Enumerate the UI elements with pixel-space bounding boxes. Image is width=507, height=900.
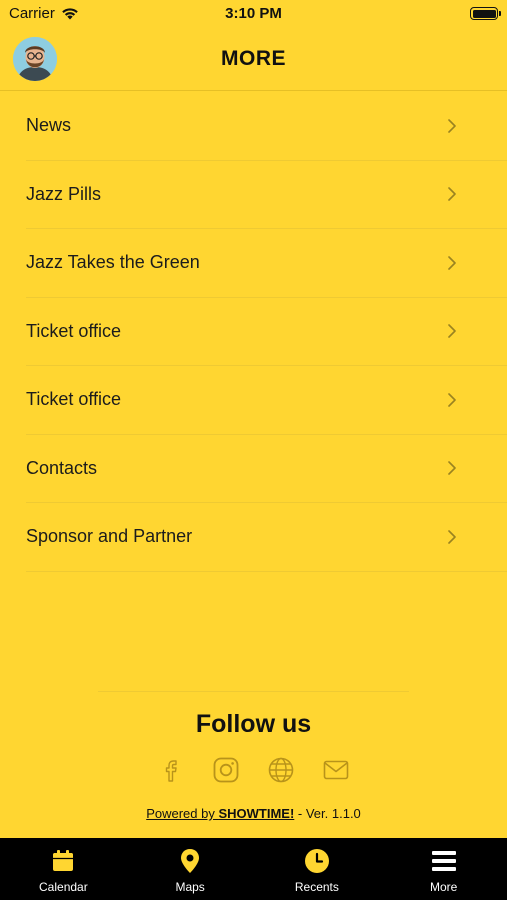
menu-item-label: Jazz Pills (26, 183, 102, 204)
chevron-right-icon (448, 529, 456, 544)
menu-item-jazz-takes-the-green[interactable]: Jazz Takes the Green (26, 229, 507, 298)
tab-label: Recents (294, 880, 339, 894)
powered-by-prefix: Powered by (146, 806, 219, 821)
chevron-right-icon (448, 392, 456, 407)
follow-us-title: Follow us (195, 710, 312, 738)
menu-item-news[interactable]: News (26, 92, 507, 161)
tab-bar: Calendar Maps Recents More (0, 838, 507, 900)
instagram-icon[interactable] (212, 756, 240, 784)
chevron-right-icon (448, 461, 456, 476)
more-menu-list: News Jazz Pills Jazz Takes the Green Tic… (0, 92, 507, 572)
menu-item-sponsor-and-partner[interactable]: Sponsor and Partner (26, 503, 507, 572)
calendar-icon (53, 850, 74, 871)
globe-icon[interactable] (267, 756, 295, 784)
menu-item-label: Ticket office (26, 320, 122, 341)
tab-label: More (429, 880, 458, 894)
social-links (0, 756, 507, 784)
battery-icon (470, 7, 501, 20)
chevron-right-icon (448, 255, 456, 270)
menu-item-jazz-pills[interactable]: Jazz Pills (26, 161, 507, 229)
powered-by-link[interactable]: Powered by SHOWTIME! (146, 806, 294, 821)
menu-item-ticket-office[interactable]: Ticket office (26, 298, 507, 366)
menu-item-label: Ticket office (26, 389, 122, 410)
page-title: MORE (221, 47, 286, 70)
status-bar: Carrier 3:10 PM (0, 0, 507, 28)
app-version: - Ver. 1.1.0 (294, 806, 361, 821)
chevron-right-icon (448, 118, 456, 133)
tab-label: Calendar (39, 880, 88, 894)
map-pin-icon (181, 849, 200, 873)
powered-by-line: Powered by SHOWTIME! - Ver. 1.1.0 (0, 806, 507, 821)
tab-calendar[interactable]: Calendar (0, 838, 127, 900)
footer-divider (98, 691, 409, 692)
menu-icon (431, 851, 456, 871)
clock-icon (304, 849, 329, 873)
menu-item-label: News (26, 115, 72, 136)
menu-item-ticket-office-2[interactable]: Ticket office (26, 366, 507, 435)
chevron-right-icon (448, 187, 456, 202)
chevron-right-icon (448, 324, 456, 339)
status-time: 3:10 PM (225, 5, 282, 22)
menu-item-label: Sponsor and Partner (26, 526, 193, 547)
menu-item-label: Jazz Takes the Green (26, 252, 200, 273)
powered-by-brand: SHOWTIME! (218, 806, 295, 821)
tab-label: Maps (175, 880, 205, 894)
menu-item-label: Contacts (26, 457, 98, 478)
tab-maps[interactable]: Maps (127, 838, 254, 900)
mail-icon[interactable] (322, 756, 350, 784)
menu-item-contacts[interactable]: Contacts (26, 435, 507, 503)
nav-bar: MORE (0, 28, 507, 91)
tab-recents[interactable]: Recents (254, 838, 381, 900)
tab-more[interactable]: More (380, 838, 507, 900)
facebook-icon[interactable] (157, 756, 185, 784)
